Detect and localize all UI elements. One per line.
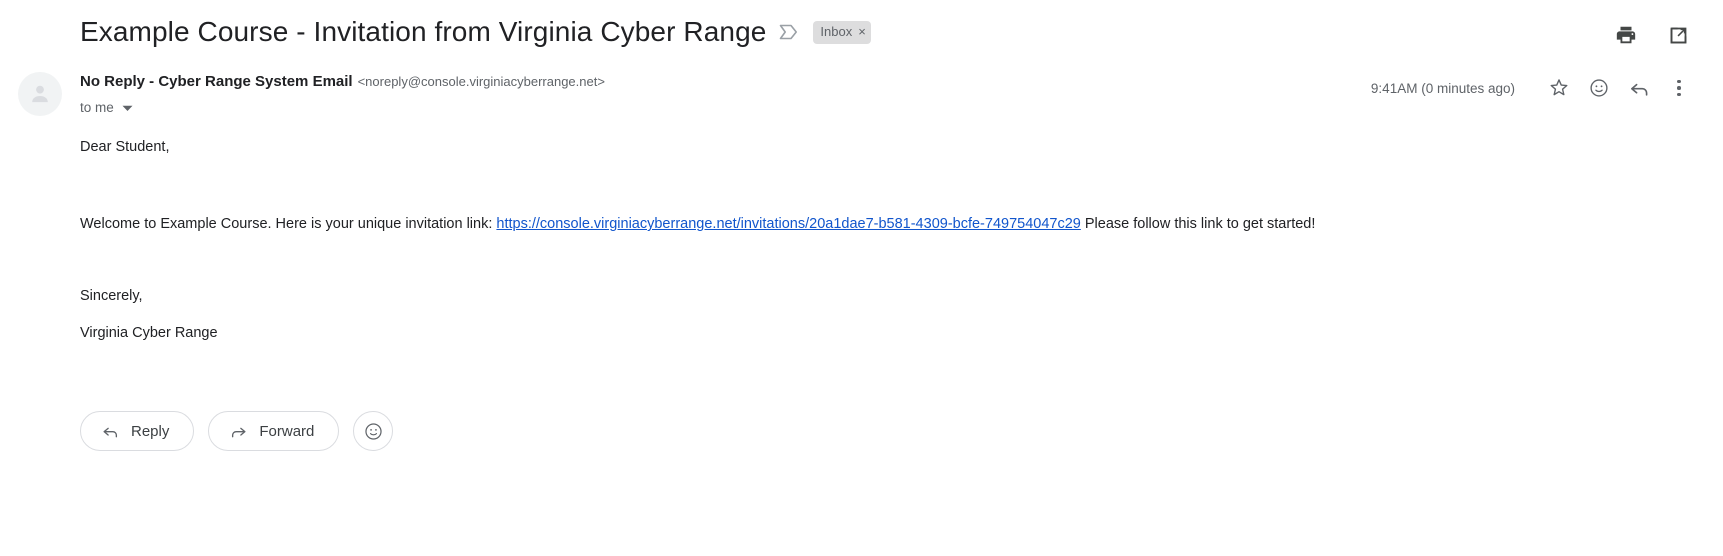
reply-button-footer[interactable]: Reply bbox=[80, 411, 195, 451]
important-marker-icon[interactable] bbox=[779, 24, 798, 40]
page-title: Example Course - Invitation from Virgini… bbox=[80, 16, 767, 47]
subject-block: Example Course - Invitation from Virgini… bbox=[80, 14, 1613, 50]
body-spacer-2 bbox=[80, 234, 1699, 286]
add-reaction-icon bbox=[1590, 79, 1608, 97]
chevron-down-icon[interactable] bbox=[122, 105, 133, 112]
message-header: Example Course - Invitation from Virgini… bbox=[0, 0, 1723, 62]
close-icon[interactable]: × bbox=[858, 25, 866, 38]
reply-button-label: Reply bbox=[131, 422, 170, 440]
avatar[interactable] bbox=[18, 72, 62, 116]
sender-name: No Reply - Cyber Range System Email bbox=[80, 73, 353, 90]
recipient-line[interactable]: to me bbox=[80, 99, 1371, 117]
reply-arrow-icon bbox=[103, 427, 118, 437]
invitation-link[interactable]: https://console.virginiacyberrange.net/i… bbox=[496, 216, 1080, 232]
body-outro-text: Please follow this link to get started! bbox=[1084, 216, 1316, 232]
star-button[interactable] bbox=[1539, 72, 1579, 104]
reply-icon bbox=[1630, 83, 1647, 96]
open-in-new-window-button[interactable] bbox=[1665, 22, 1691, 48]
recipient-label: to me bbox=[80, 100, 114, 115]
add-reaction-button[interactable] bbox=[1579, 72, 1619, 104]
sender-email: <noreply@console.virginiacyberrange.net> bbox=[357, 74, 605, 89]
body-signature: Virginia Cyber Range bbox=[80, 325, 218, 341]
avatar-column bbox=[0, 66, 80, 116]
body-closing: Sincerely, bbox=[80, 288, 143, 304]
forward-button-footer[interactable]: Forward bbox=[208, 411, 340, 451]
message-actions: 9:41AM (0 minutes ago) bbox=[1371, 66, 1699, 104]
print-icon bbox=[1616, 26, 1636, 44]
body-paragraph-invitation: Welcome to Example Course. Here is your … bbox=[80, 214, 1699, 234]
body-intro-text: Welcome to Example Course. Here is your … bbox=[80, 216, 493, 232]
message-meta-row: No Reply - Cyber Range System Email <nore… bbox=[0, 66, 1723, 117]
email-body: Dear Student, Welcome to Example Course.… bbox=[0, 137, 1723, 343]
timestamp: 9:41AM (0 minutes ago) bbox=[1370, 80, 1515, 96]
body-greeting: Dear Student, bbox=[80, 139, 170, 155]
more-options-icon bbox=[1677, 79, 1681, 97]
add-reaction-button-footer[interactable] bbox=[353, 411, 394, 451]
print-button[interactable] bbox=[1613, 22, 1639, 48]
reply-button[interactable] bbox=[1619, 72, 1659, 104]
sender-details: No Reply - Cyber Range System Email <nore… bbox=[80, 66, 1371, 117]
footer-actions: Reply Forward bbox=[0, 411, 1723, 451]
forward-arrow-icon bbox=[232, 427, 246, 437]
add-reaction-icon bbox=[365, 422, 382, 440]
star-icon bbox=[1550, 79, 1568, 96]
header-actions bbox=[1613, 14, 1699, 48]
avatar-person-icon bbox=[32, 85, 48, 103]
label-chip-inbox[interactable]: Inbox × bbox=[813, 20, 871, 44]
sender-line: No Reply - Cyber Range System Email <nore… bbox=[80, 66, 1371, 92]
label-chip-text: Inbox bbox=[820, 23, 853, 39]
forward-button-label: Forward bbox=[259, 422, 315, 440]
open-in-new-window-icon bbox=[1670, 27, 1686, 43]
more-options-button[interactable] bbox=[1659, 72, 1699, 104]
body-spacer-3 bbox=[80, 306, 1699, 323]
